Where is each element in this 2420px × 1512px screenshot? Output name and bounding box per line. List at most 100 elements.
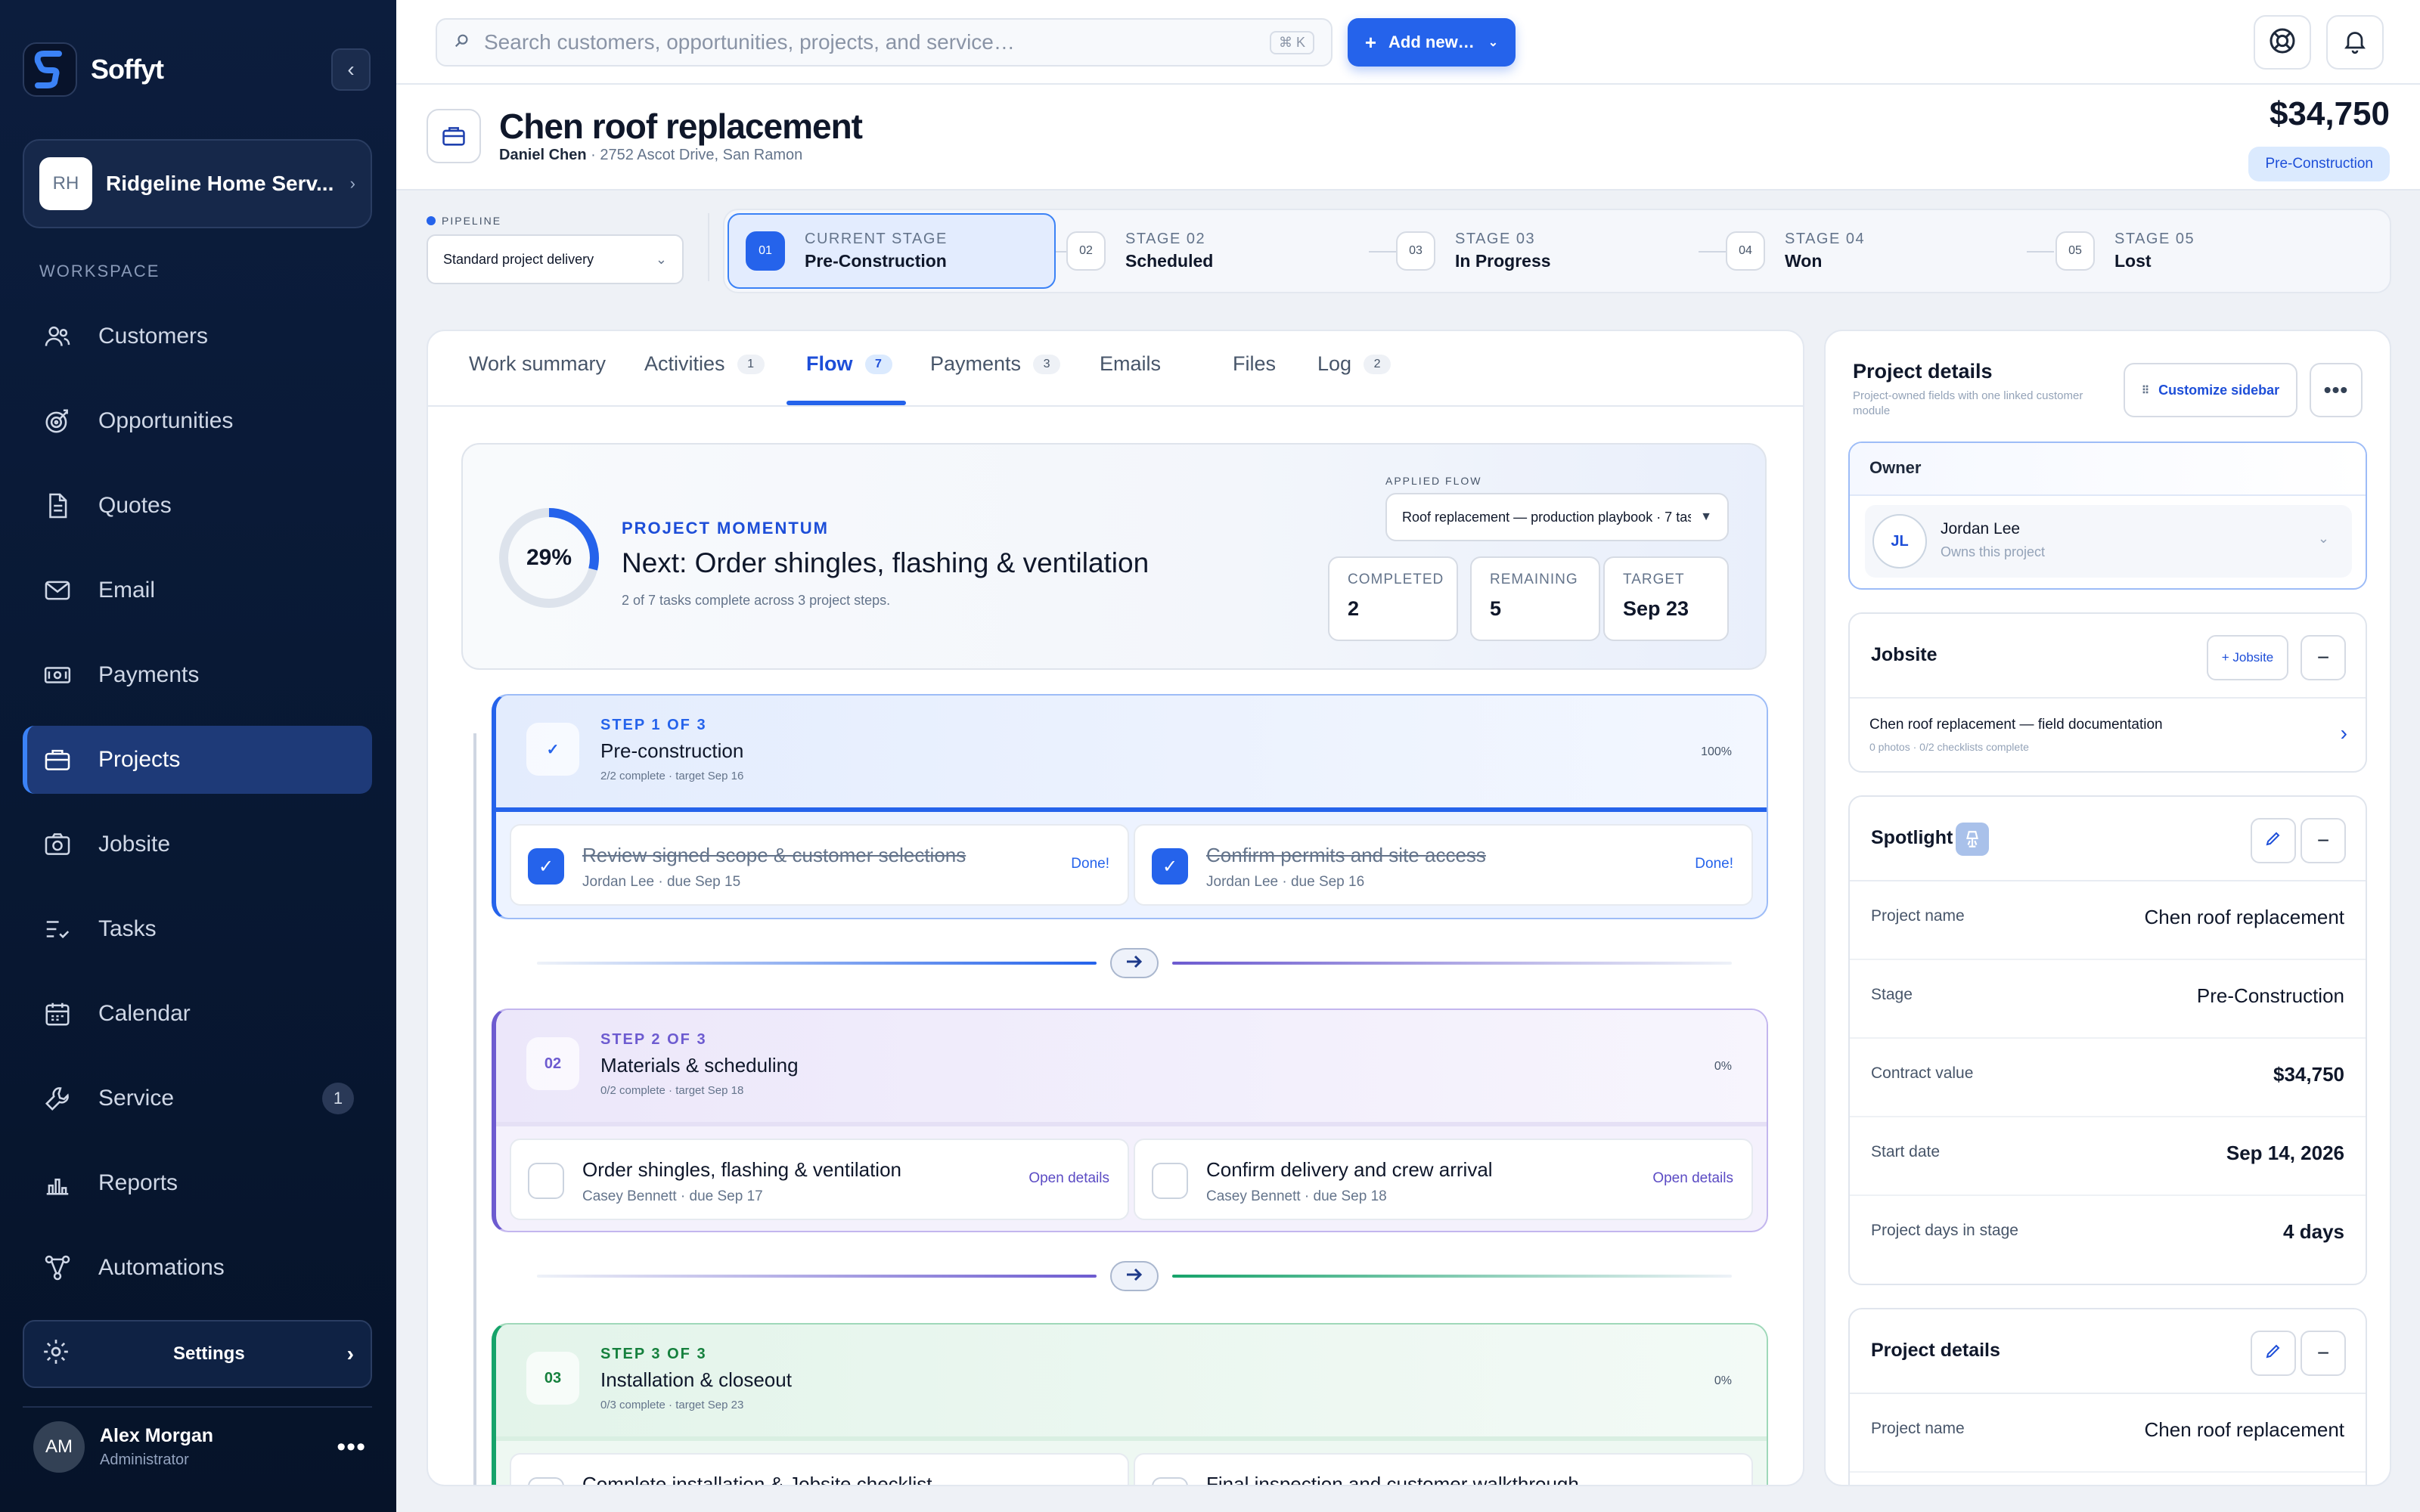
search-placeholder: Search customers, opportunities, project…: [484, 30, 1015, 54]
notifications-button[interactable]: [2326, 15, 2384, 70]
spotlight-icon: [1956, 823, 1989, 856]
task-action-link[interactable]: Open details: [1652, 1170, 1733, 1187]
stage-caption: STAGE 05: [2114, 231, 2195, 247]
step-caption: STEP 2 OF 3: [600, 1031, 707, 1048]
tab-payments[interactable]: Payments 3: [930, 352, 1061, 376]
collapse-spotlight-button[interactable]: −: [2301, 818, 2346, 863]
sidebar-item-reports[interactable]: Reports: [23, 1149, 372, 1217]
task-checkbox[interactable]: ✓: [528, 848, 564, 885]
tab-emails[interactable]: Emails: [1100, 352, 1161, 376]
camera-icon: [42, 829, 73, 860]
momentum-caption: PROJECT MOMENTUM: [622, 519, 829, 538]
tab-activities[interactable]: Activities 1: [644, 352, 765, 376]
sidebar-item-automations[interactable]: Automations: [23, 1234, 372, 1302]
sidebar-item-projects[interactable]: Projects: [23, 726, 372, 794]
tab-files[interactable]: Files: [1233, 352, 1276, 376]
brand[interactable]: Soffyt: [23, 42, 164, 97]
stage-in-progress[interactable]: 03 STAGE 03 In Progress: [1396, 210, 1551, 292]
calendar-icon: [42, 999, 73, 1029]
sidebar: Soffyt ‹ RH Ridgeline Home Serv... › WOR…: [0, 0, 396, 1512]
details-title: Project details: [1871, 1340, 2000, 1361]
chevron-right-icon: ›: [346, 1342, 354, 1365]
task-action-link[interactable]: Done!: [1071, 856, 1109, 872]
step-connector: [492, 948, 1768, 978]
sidebar-item-label: Email: [98, 578, 156, 603]
sidebar-item-quotes[interactable]: Quotes: [23, 472, 372, 540]
customize-sidebar-button[interactable]: ⠿ Customize sidebar: [2124, 363, 2297, 417]
project-details-sidebar: Project details Project-owned fields wit…: [1824, 330, 2391, 1486]
chevron-right-icon: ›: [2340, 721, 2347, 745]
more-options-button[interactable]: •••: [2310, 363, 2363, 417]
stat-remaining: REMAINING 5: [1470, 556, 1600, 641]
workspace-label: WORKSPACE: [39, 262, 160, 280]
stage-connector: [1699, 251, 1726, 253]
tab-flow[interactable]: Flow 7: [806, 352, 892, 376]
sidebar-item-label: Customers: [98, 324, 209, 349]
task-action-link[interactable]: Open details: [1028, 1170, 1109, 1187]
task-action-link[interactable]: Done!: [1695, 856, 1733, 872]
stage-name: Won: [1785, 251, 1823, 271]
edit-details-button[interactable]: [2251, 1331, 2296, 1376]
sidebar-item-customers[interactable]: Customers: [23, 302, 372, 370]
organization-switcher[interactable]: RH Ridgeline Home Serv... ›: [23, 139, 372, 228]
customer-name[interactable]: Daniel Chen: [499, 147, 587, 163]
sidebar-item-service[interactable]: Service 1: [23, 1064, 372, 1132]
stage-lost[interactable]: 05 STAGE 05 Lost: [2055, 210, 2195, 292]
sidebar-item-payments[interactable]: Payments: [23, 641, 372, 709]
avatar: JL: [1872, 514, 1927, 569]
task-card[interactable]: Order shingles, flashing & ventilation C…: [510, 1139, 1129, 1220]
stage-won[interactable]: 04 STAGE 04 Won: [1726, 210, 1865, 292]
task-checkbox[interactable]: [528, 1163, 564, 1199]
stage-scheduled[interactable]: 02 STAGE 02 Scheduled: [1066, 210, 1213, 292]
task-card[interactable]: ✓ Confirm permits and site access Jordan…: [1134, 824, 1753, 906]
arrow-right-icon: [1125, 953, 1144, 974]
jobsite-item[interactable]: Chen roof replacement — field documentat…: [1850, 699, 2366, 771]
applied-flow-select[interactable]: Roof replacement — production playbook ·…: [1385, 493, 1729, 541]
more-options-icon[interactable]: •••: [337, 1433, 366, 1462]
step-percent: 100%: [1701, 745, 1732, 758]
task-card[interactable]: Confirm delivery and crew arrival Casey …: [1134, 1139, 1753, 1220]
pipeline-select[interactable]: Standard project delivery ⌄: [427, 234, 684, 284]
collapse-details-button[interactable]: −: [2301, 1331, 2346, 1376]
collapse-jobsite-button[interactable]: −: [2301, 635, 2346, 680]
sidebar-item-label: Payments: [98, 662, 200, 687]
org-avatar: RH: [39, 157, 92, 210]
task-card[interactable]: Final inspection and customer walkthroug…: [1134, 1453, 1753, 1485]
help-button[interactable]: [2254, 15, 2311, 70]
owner-select[interactable]: JL Jordan Lee Owns this project ⌄: [1865, 505, 2352, 578]
task-checkbox[interactable]: [1152, 1477, 1188, 1485]
task-checkbox[interactable]: [528, 1477, 564, 1485]
sidebar-item-tasks[interactable]: Tasks: [23, 895, 372, 963]
task-title: Complete installation & Jobsite checklis…: [582, 1473, 932, 1486]
advance-step-button[interactable]: [1110, 948, 1159, 978]
add-jobsite-button[interactable]: + Jobsite: [2207, 635, 2288, 680]
jobsite-item-meta: 0 photos · 0/2 checklists complete: [1869, 741, 2029, 753]
add-new-label: Add new…: [1388, 33, 1475, 51]
sidebar-item-email[interactable]: Email: [23, 556, 372, 624]
add-new-button[interactable]: + Add new… ⌄: [1348, 18, 1516, 67]
sidebar-item-calendar[interactable]: Calendar: [23, 980, 372, 1048]
advance-step-button[interactable]: [1110, 1261, 1159, 1291]
tab-log[interactable]: Log 2: [1317, 352, 1392, 376]
avatar: AM: [33, 1421, 85, 1473]
document-icon: [42, 491, 73, 521]
task-card[interactable]: ✓ Review signed scope & customer selecti…: [510, 824, 1129, 906]
user-profile[interactable]: AM Alex Morgan Administrator •••: [33, 1421, 366, 1473]
settings-button[interactable]: Settings ›: [23, 1320, 372, 1388]
edit-spotlight-button[interactable]: [2251, 818, 2296, 863]
task-checkbox[interactable]: [1152, 1163, 1188, 1199]
sidebar-item-label: Jobsite: [98, 832, 171, 857]
sidebar-item-jobsite[interactable]: Jobsite: [23, 810, 372, 878]
lifebuoy-icon: [2267, 26, 2297, 60]
stage-pre-construction[interactable]: 01 CURRENT STAGE Pre-Construction: [728, 213, 1056, 289]
task-card[interactable]: Complete installation & Jobsite checklis…: [510, 1453, 1129, 1486]
step-name: Materials & scheduling: [600, 1054, 799, 1077]
sidebar-item-opportunities[interactable]: Opportunities: [23, 387, 372, 455]
search-input[interactable]: Search customers, opportunities, project…: [436, 18, 1333, 67]
task-checkbox[interactable]: ✓: [1152, 848, 1188, 885]
spotlight-row: Project name Chen roof replacement: [1850, 881, 2366, 960]
tab-work-summary[interactable]: Work summary: [469, 352, 606, 376]
search-shortcut-hint: ⌘ K: [1269, 30, 1314, 54]
service-count-badge: 1: [322, 1083, 354, 1114]
collapse-sidebar-button[interactable]: ‹: [331, 48, 371, 91]
